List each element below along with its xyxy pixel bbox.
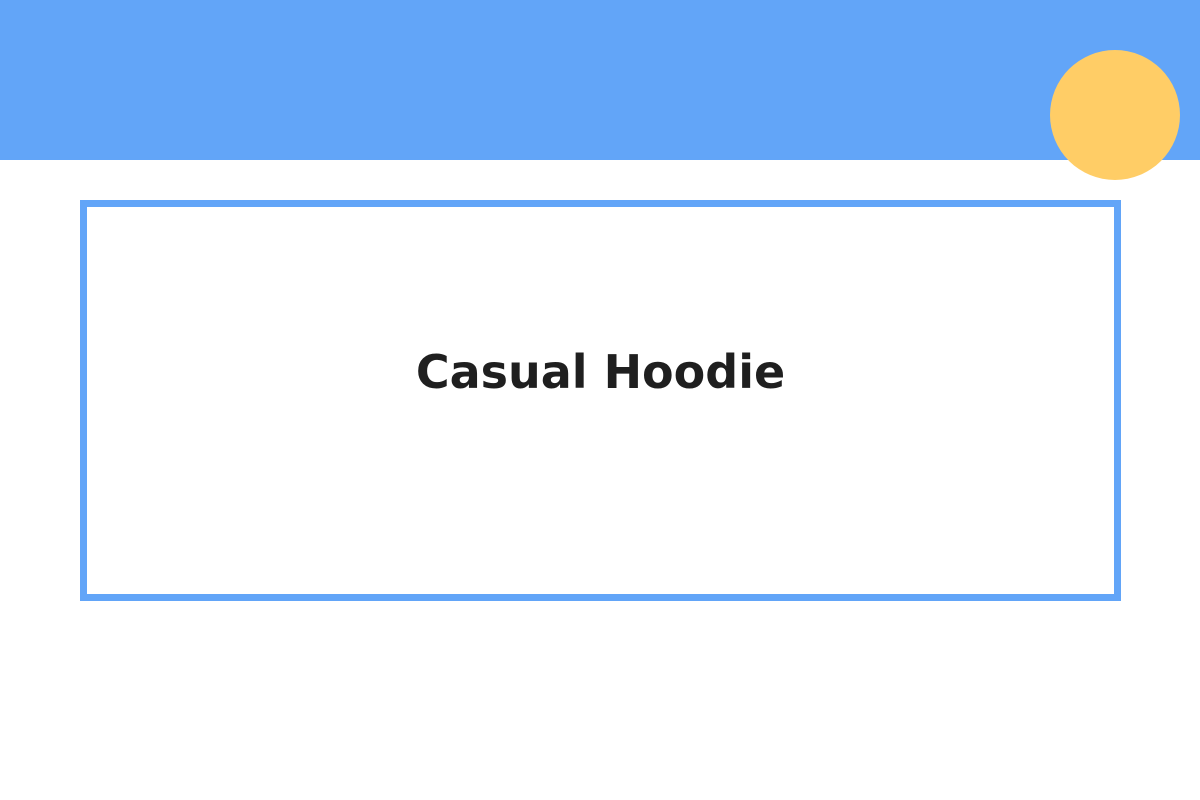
product-card: Casual Hoodie [80, 200, 1121, 601]
product-title: Casual Hoodie [415, 345, 786, 399]
decorative-circle [1050, 50, 1180, 180]
top-banner [0, 0, 1200, 160]
